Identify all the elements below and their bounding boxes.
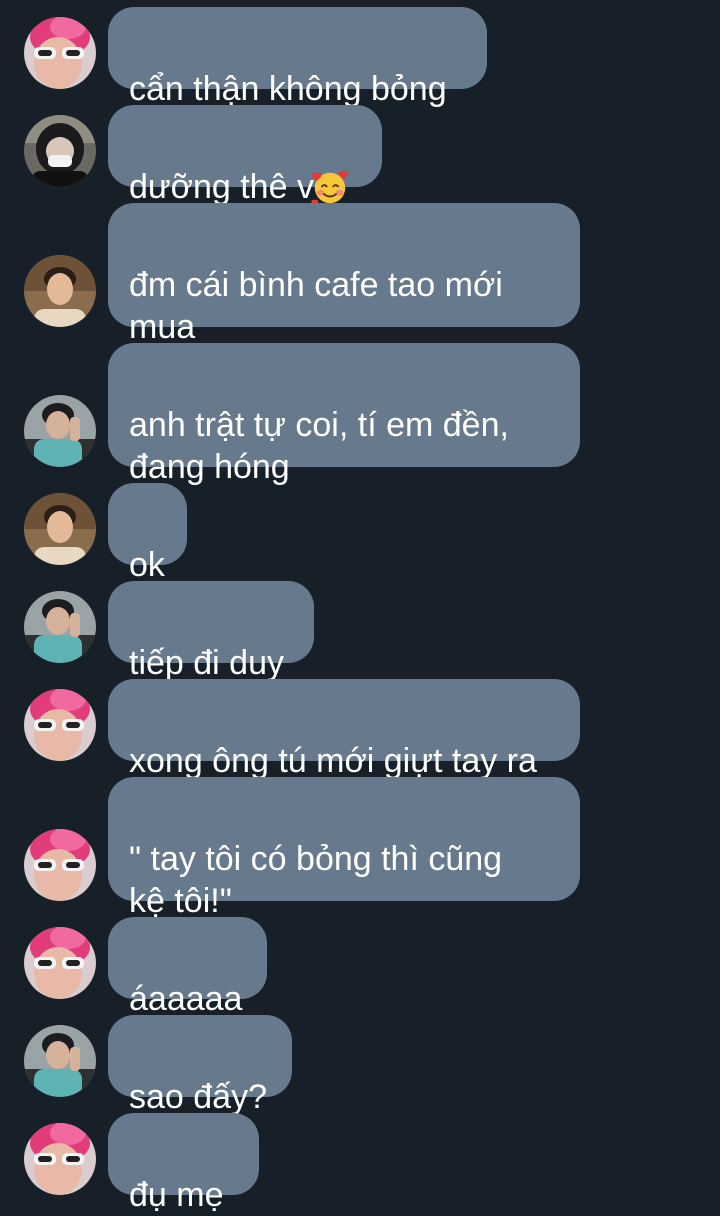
avatar[interactable]	[24, 591, 96, 663]
message-bubble[interactable]: đụ mẹ	[108, 1113, 259, 1214]
message-bubble[interactable]: sao đấy?	[108, 1015, 292, 1116]
avatar[interactable]	[24, 1123, 96, 1195]
message-bubble[interactable]: áaaaaa	[108, 917, 267, 1018]
avatar[interactable]	[24, 255, 96, 327]
message-text: " tay tôi có bỏng thì cũng kệ tôi!"	[129, 840, 503, 920]
message-text: ok	[129, 546, 165, 584]
message-text: tiếp đi duy	[129, 644, 284, 682]
message-bubble[interactable]: xong ông tú mới giựt tay ra	[108, 679, 580, 780]
message-text: anh trật tự coi, tí em đền, đang hóng	[129, 406, 509, 486]
avatar[interactable]	[24, 1025, 96, 1097]
avatar[interactable]	[24, 395, 96, 467]
message-bubble[interactable]: dưỡng thê v	[108, 105, 382, 206]
avatar[interactable]	[24, 493, 96, 565]
avatar[interactable]	[24, 689, 96, 761]
message-row: dưỡng thê v	[0, 105, 720, 206]
message-bubble[interactable]: đm cái bình cafe tao mới mua	[108, 203, 580, 346]
message-bubble[interactable]: cẩn thận không bỏng	[108, 7, 487, 108]
message-row: ok	[0, 483, 720, 584]
message-text: xong ông tú mới giựt tay ra	[129, 742, 537, 780]
message-bubble[interactable]: ok	[108, 483, 187, 584]
message-bubble[interactable]: tiếp đi duy	[108, 581, 314, 682]
message-text: dưỡng thê v	[129, 168, 314, 206]
message-row: anh trật tự coi, tí em đền, đang hóng	[0, 343, 720, 486]
avatar[interactable]	[24, 829, 96, 901]
message-row: đụ mẹ	[0, 1113, 720, 1214]
message-row: áaaaaa	[0, 917, 720, 1018]
message-text: cẩn thận không bỏng	[129, 70, 447, 108]
message-text: đm cái bình cafe tao mới mua	[129, 266, 503, 346]
avatar[interactable]	[24, 17, 96, 89]
message-text: đụ mẹ	[129, 1176, 224, 1214]
avatar[interactable]	[24, 115, 96, 187]
smiling-face-with-hearts-emoji	[311, 168, 349, 206]
message-bubble[interactable]: " tay tôi có bỏng thì cũng kệ tôi!"	[108, 777, 580, 920]
message-text: sao đấy?	[129, 1078, 267, 1116]
message-row: đm cái bình cafe tao mới mua	[0, 203, 720, 346]
message-row: " tay tôi có bỏng thì cũng kệ tôi!"	[0, 777, 720, 920]
message-row: tiếp đi duy	[0, 581, 720, 682]
avatar[interactable]	[24, 927, 96, 999]
message-bubble[interactable]: anh trật tự coi, tí em đền, đang hóng	[108, 343, 580, 486]
message-row: cẩn thận không bỏng	[0, 7, 720, 108]
message-row: xong ông tú mới giựt tay ra	[0, 679, 720, 780]
message-row: sao đấy?	[0, 1015, 720, 1116]
message-text: áaaaaa	[129, 980, 243, 1018]
